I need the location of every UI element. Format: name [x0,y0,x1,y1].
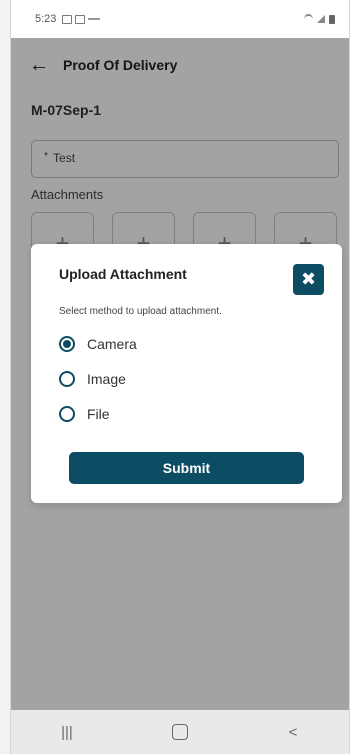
battery-icon [329,14,335,24]
close-icon: ✖ [300,269,317,289]
notification-icon [62,14,73,24]
back-icon[interactable]: < [273,724,313,741]
radio-button[interactable] [59,336,75,352]
submit-button[interactable]: Submit [69,452,304,484]
signal-icon [317,15,325,23]
notification-icons [62,14,101,24]
close-button[interactable]: ✖ [293,264,324,295]
home-icon[interactable] [172,724,188,740]
modal-title: Upload Attachment [59,266,187,282]
modal-description: Select method to upload attachment. [59,306,222,317]
radio-option-file[interactable]: File [59,406,110,422]
radio-label: Image [87,371,126,387]
message-icon [75,14,86,24]
status-time: 5:23 [35,13,57,25]
radio-label: File [87,406,110,422]
wifi-icon [304,13,313,25]
radio-button[interactable] [59,406,75,422]
status-bar: 5:23 [11,0,349,38]
radio-button[interactable] [59,371,75,387]
radio-selected-dot [63,340,71,348]
android-nav-bar: ||| < [11,710,349,754]
upload-attachment-modal: Upload Attachment ✖ Select method to upl… [31,244,342,503]
radio-option-image[interactable]: Image [59,371,126,387]
phone-screen: 5:23 ← Proof Of Delivery M-07Sep-1 * Tes… [10,0,350,754]
system-icons [304,13,335,25]
more-icon [88,18,101,20]
radio-option-camera[interactable]: Camera [59,336,137,352]
radio-label: Camera [87,336,137,352]
recents-icon[interactable]: ||| [47,724,87,741]
